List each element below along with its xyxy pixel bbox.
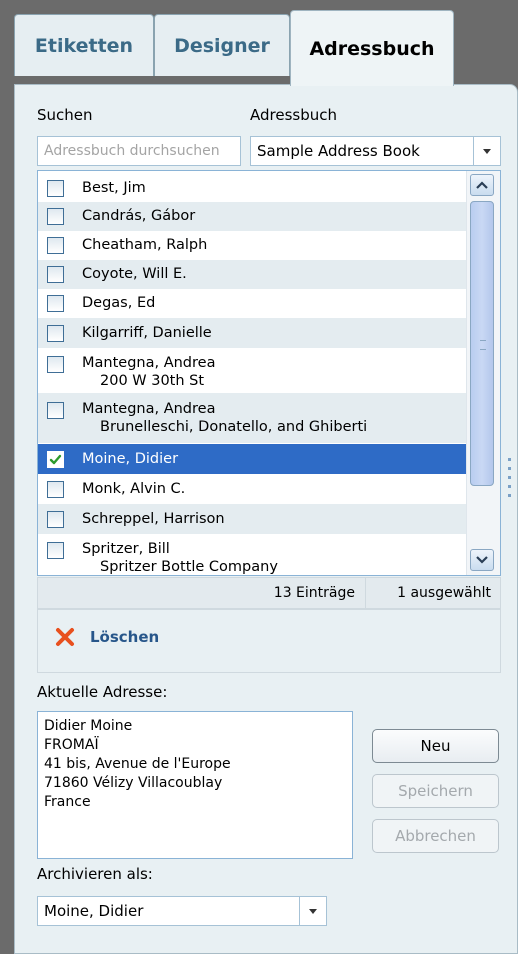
contact-list[interactable]: Best, Jim Candrás, Gábor Cheatham, Ralph… [37, 170, 501, 576]
contact-name: Candrás, Gábor [82, 208, 196, 224]
contact-name: Schreppel, Harrison [82, 511, 225, 527]
selected-count: 1 ausgewählt [397, 585, 491, 601]
contact-name: Mantegna, Andrea [82, 401, 216, 417]
search-label: Suchen [37, 106, 93, 124]
entry-count: 13 Einträge [274, 578, 366, 608]
contact-name: Spritzer, Bill [82, 541, 170, 557]
list-item[interactable]: Spritzer, Bill Spritzer Bottle Company [38, 534, 467, 575]
contact-name: Monk, Alvin C. [82, 481, 186, 497]
list-item[interactable]: Cheatham, Ralph [38, 231, 467, 260]
scroll-up-button[interactable] [470, 174, 494, 196]
tab-label: Adressbuch [309, 37, 435, 60]
archive-select-value: Moine, Didier [44, 902, 144, 920]
checkbox-checked[interactable] [47, 451, 64, 468]
contact-detail: Spritzer Bottle Company [100, 559, 278, 575]
checkbox[interactable] [47, 266, 64, 283]
splitter-grip[interactable] [508, 458, 512, 504]
checkbox[interactable] [47, 481, 64, 498]
scroll-down-button[interactable] [470, 549, 494, 571]
search-input[interactable] [37, 136, 241, 166]
chevron-down-icon[interactable] [299, 897, 326, 925]
tab-label: Etiketten [34, 34, 134, 57]
list-item[interactable]: Coyote, Will E. [38, 260, 467, 289]
archive-label: Archivieren als: [37, 865, 153, 883]
checkbox[interactable] [47, 402, 64, 419]
list-item[interactable]: Degas, Ed [38, 289, 467, 318]
list-item[interactable]: Monk, Alvin C. [38, 474, 467, 504]
checkbox[interactable] [47, 295, 64, 312]
chevron-down-icon [476, 556, 488, 564]
checkbox[interactable] [47, 237, 64, 254]
list-item[interactable]: Candrás, Gábor [38, 202, 467, 231]
list-item[interactable]: Best, Jim [38, 174, 467, 202]
tab-adressbuch[interactable]: Adressbuch [290, 10, 454, 86]
contact-name: Moine, Didier [82, 451, 179, 467]
addressbook-select[interactable]: Sample Address Book [250, 136, 501, 166]
chevron-up-icon [476, 181, 488, 189]
cancel-button[interactable]: Abbrechen [372, 819, 499, 853]
current-address-label: Aktuelle Adresse: [37, 683, 168, 701]
list-item[interactable]: Mantegna, Andrea 200 W 30th St [38, 348, 467, 393]
checkbox[interactable] [47, 325, 64, 342]
delete-button[interactable]: Löschen [54, 626, 159, 648]
checkbox[interactable] [47, 542, 64, 559]
tab-designer[interactable]: Designer [154, 14, 290, 76]
archive-select[interactable]: Moine, Didier [37, 896, 327, 926]
current-address-field[interactable]: Didier Moine FROMAÏ 41 bis, Avenue de l'… [37, 711, 353, 859]
save-button[interactable]: Speichern [372, 774, 499, 808]
new-button[interactable]: Neu [372, 729, 499, 763]
contact-name: Cheatham, Ralph [82, 237, 208, 253]
grip-icon [480, 340, 486, 350]
checkbox[interactable] [47, 356, 64, 373]
list-item[interactable]: Schreppel, Harrison [38, 504, 467, 534]
scroll-thumb[interactable] [470, 201, 494, 486]
checkbox[interactable] [47, 208, 64, 225]
addressbook-label: Adressbuch [250, 106, 337, 124]
delete-label: Löschen [90, 628, 160, 646]
contact-name: Kilgarriff, Danielle [82, 325, 212, 341]
tab-etiketten[interactable]: Etiketten [14, 14, 154, 76]
checkbox[interactable] [47, 511, 64, 528]
vertical-scrollbar[interactable] [466, 171, 500, 575]
list-item-selected[interactable]: Moine, Didier [38, 444, 467, 474]
addressbook-select-value: Sample Address Book [257, 142, 420, 160]
contact-detail: Brunelleschi, Donatello, and Ghiberti [100, 419, 368, 435]
contact-detail: 200 W 30th St [100, 373, 205, 389]
tab-label: Designer [174, 34, 270, 57]
contact-name: Degas, Ed [82, 295, 156, 311]
close-icon [56, 628, 74, 646]
list-item[interactable]: Mantegna, Andrea Brunelleschi, Donatello… [38, 393, 467, 443]
chevron-down-icon[interactable] [473, 137, 500, 165]
contact-name: Coyote, Will E. [82, 266, 187, 282]
contact-name: Best, Jim [82, 180, 146, 196]
action-bar: Löschen [37, 609, 501, 673]
list-status-bar: 13 Einträge 1 ausgewählt [37, 577, 501, 609]
contact-name: Mantegna, Andrea [82, 355, 216, 371]
checkbox[interactable] [47, 180, 64, 197]
list-item[interactable]: Kilgarriff, Danielle [38, 318, 467, 348]
